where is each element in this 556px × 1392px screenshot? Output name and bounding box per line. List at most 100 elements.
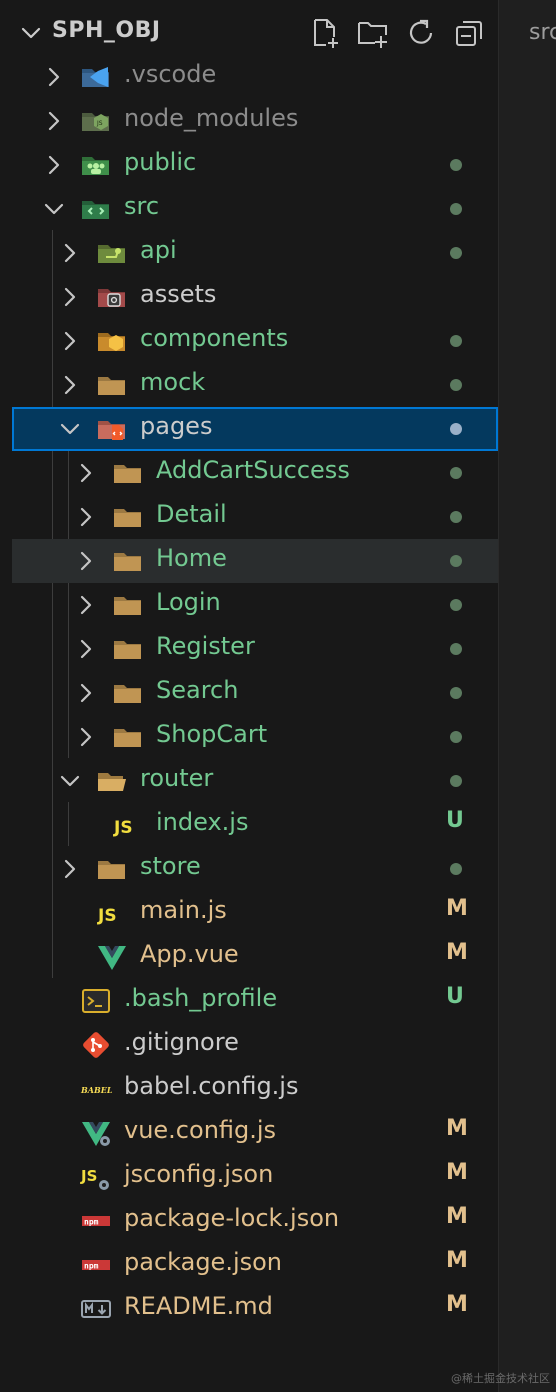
tree-item-label: Search bbox=[156, 676, 239, 704]
chevron-down-icon[interactable] bbox=[18, 20, 44, 46]
tree-folder-row[interactable]: AddCartSuccess bbox=[12, 451, 498, 495]
tree-folder-row[interactable]: Detail bbox=[12, 495, 498, 539]
git-status-dot bbox=[450, 159, 462, 171]
chevron-right-icon[interactable] bbox=[74, 593, 98, 617]
chevron-right-icon[interactable] bbox=[74, 681, 98, 705]
git-status-dot bbox=[450, 731, 462, 743]
git-status-badge: M bbox=[446, 1160, 468, 1185]
tree-item-label: src bbox=[124, 192, 160, 220]
js-file-icon: JS bbox=[113, 818, 133, 838]
chevron-down-icon[interactable] bbox=[58, 417, 82, 441]
chevron-right-icon[interactable] bbox=[42, 65, 66, 89]
assets-folder-icon bbox=[98, 289, 125, 307]
markdown-file-icon bbox=[81, 1300, 111, 1318]
chevron-right-icon[interactable] bbox=[58, 329, 82, 353]
folder-icon bbox=[114, 465, 141, 483]
git-status-dot bbox=[450, 511, 462, 523]
babel-file-icon: BABEL bbox=[80, 1085, 112, 1095]
tree-item-label: package.json bbox=[124, 1248, 283, 1276]
tree-item-label: main.js bbox=[140, 896, 227, 924]
tree-item-label: README.md bbox=[124, 1292, 273, 1320]
tree-item-label: package-lock.json bbox=[124, 1204, 340, 1232]
tree-item-label: mock bbox=[140, 368, 206, 396]
tree-folder-row[interactable]: public bbox=[12, 143, 498, 187]
tree-item-label: components bbox=[140, 324, 289, 352]
tree-folder-row[interactable]: Login bbox=[12, 583, 498, 627]
chevron-right-icon[interactable] bbox=[58, 373, 82, 397]
tree-folder-row[interactable]: components bbox=[12, 319, 498, 363]
editor-tab[interactable]: src bbox=[529, 20, 556, 45]
git-status-badge: M bbox=[446, 1116, 468, 1141]
tree-item-label: App.vue bbox=[140, 940, 239, 968]
chevron-right-icon[interactable] bbox=[58, 857, 82, 881]
tree-folder-row[interactable]: mock bbox=[12, 363, 498, 407]
svg-text:npm: npm bbox=[84, 1218, 99, 1227]
src-folder-icon bbox=[82, 201, 109, 219]
tree-folder-row[interactable]: ShopCart bbox=[12, 715, 498, 759]
tree-folder-row[interactable]: router bbox=[12, 759, 498, 803]
git-status-dot bbox=[450, 203, 462, 215]
tree-folder-row[interactable]: Register bbox=[12, 627, 498, 671]
tree-file-row[interactable]: JS main.js M bbox=[12, 891, 498, 935]
tree-file-row[interactable]: JS jsconfig.json M bbox=[12, 1155, 498, 1199]
chevron-right-icon[interactable] bbox=[74, 725, 98, 749]
open-folder-icon bbox=[98, 773, 126, 791]
svg-text:JS: JS bbox=[97, 906, 117, 926]
tree-item-label: AddCartSuccess bbox=[156, 456, 350, 484]
vue-config-file-icon bbox=[82, 1122, 110, 1146]
svg-text:BABEL: BABEL bbox=[80, 1085, 112, 1095]
tree-file-row[interactable]: npm package-lock.json M bbox=[12, 1199, 498, 1243]
git-status-badge: M bbox=[446, 1204, 468, 1229]
chevron-right-icon[interactable] bbox=[42, 109, 66, 133]
tree-file-row[interactable]: README.md M bbox=[12, 1287, 498, 1331]
tree-folder-row[interactable]: Home bbox=[12, 539, 498, 583]
git-status-badge: M bbox=[446, 896, 468, 921]
watermark: @稀土掘金技术社区 bbox=[451, 1372, 550, 1385]
git-status-dot bbox=[450, 863, 462, 875]
chevron-right-icon[interactable] bbox=[58, 285, 82, 309]
collapse-all-icon[interactable] bbox=[452, 16, 486, 50]
folder-icon bbox=[114, 729, 141, 747]
chevron-right-icon[interactable] bbox=[74, 549, 98, 573]
git-status-dot bbox=[450, 467, 462, 479]
git-status-dot bbox=[450, 247, 462, 259]
tree-folder-row[interactable]: Search bbox=[12, 671, 498, 715]
refresh-icon[interactable] bbox=[404, 16, 438, 50]
tree-folder-row[interactable]: pages bbox=[12, 407, 498, 451]
tree-file-row[interactable]: .bash_profile U bbox=[12, 979, 498, 1023]
workspace-title[interactable]: SPH_OBJ bbox=[52, 18, 161, 43]
folder-icon bbox=[114, 685, 141, 703]
vscode-folder-icon bbox=[82, 67, 109, 87]
chevron-right-icon[interactable] bbox=[42, 153, 66, 177]
chevron-down-icon[interactable] bbox=[42, 197, 66, 221]
tree-folder-row[interactable]: store bbox=[12, 847, 498, 891]
new-file-icon[interactable] bbox=[308, 16, 342, 50]
git-status-dot bbox=[450, 687, 462, 699]
chevron-right-icon[interactable] bbox=[74, 461, 98, 485]
editor-area: src bbox=[498, 0, 556, 1392]
tree-folder-row[interactable]: .vscode bbox=[12, 55, 498, 99]
public-folder-icon bbox=[82, 157, 109, 175]
git-status-dot bbox=[450, 775, 462, 787]
tree-folder-row[interactable]: src bbox=[12, 187, 498, 231]
tree-folder-row[interactable]: JS node_modules bbox=[12, 99, 498, 143]
chevron-right-icon[interactable] bbox=[58, 241, 82, 265]
js-file-icon: JS bbox=[97, 906, 117, 926]
chevron-right-icon[interactable] bbox=[74, 637, 98, 661]
tree-folder-row[interactable]: api bbox=[12, 231, 498, 275]
npm-file-icon: npm bbox=[82, 1216, 110, 1227]
tree-item-label: Detail bbox=[156, 500, 227, 528]
tree-file-row[interactable]: JS index.js U bbox=[12, 803, 498, 847]
tree-file-row[interactable]: BABEL babel.config.js bbox=[12, 1067, 498, 1111]
tree-file-row[interactable]: App.vue M bbox=[12, 935, 498, 979]
tree-file-row[interactable]: vue.config.js M bbox=[12, 1111, 498, 1155]
chevron-right-icon[interactable] bbox=[74, 505, 98, 529]
tree-item-label: assets bbox=[140, 280, 217, 308]
tree-file-row[interactable]: .gitignore bbox=[12, 1023, 498, 1067]
tree-folder-row[interactable]: assets bbox=[12, 275, 498, 319]
tree-file-row[interactable]: npm package.json M bbox=[12, 1243, 498, 1287]
git-status-badge: M bbox=[446, 1248, 468, 1273]
new-folder-icon[interactable] bbox=[356, 16, 390, 50]
tree-item-label: ShopCart bbox=[156, 720, 268, 748]
chevron-down-icon[interactable] bbox=[58, 769, 82, 793]
